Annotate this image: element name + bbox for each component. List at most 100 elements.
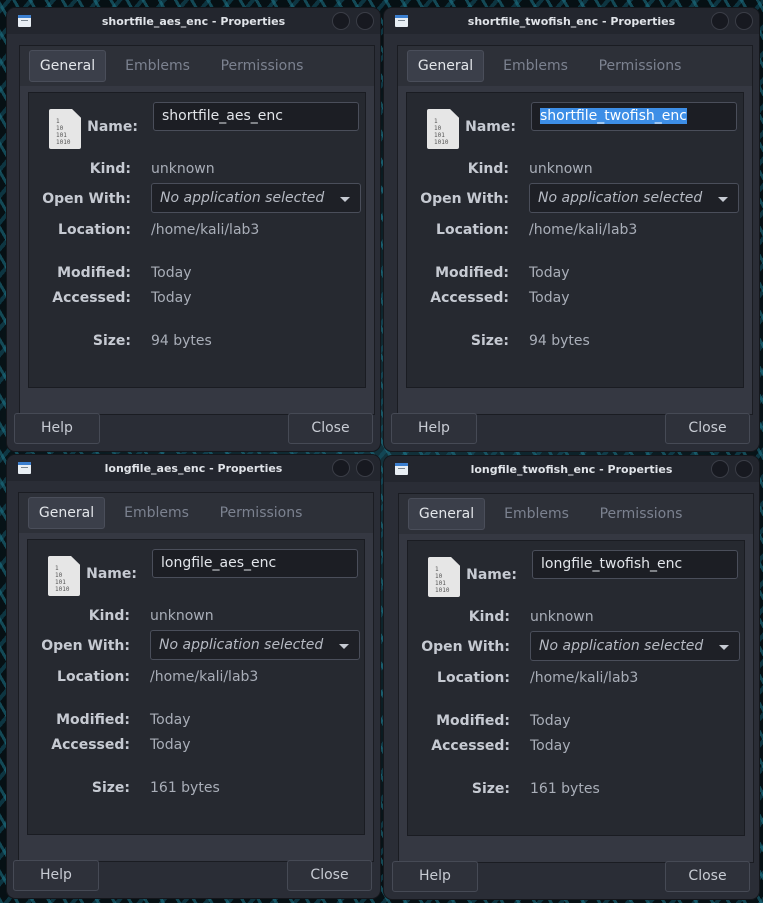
location-value: /home/kali/lab3 (150, 669, 259, 685)
file-icon: 1 10 101 1010 (427, 109, 459, 149)
close-window-button[interactable] (356, 12, 374, 30)
file-icon-glyph: 10 (434, 125, 442, 132)
open-with-dropdown[interactable]: No application selected (529, 183, 739, 213)
file-icon-glyph: 101 (435, 580, 446, 587)
tab-permissions[interactable]: Permissions (212, 50, 312, 82)
help-button[interactable]: Help (13, 860, 99, 891)
size-label: Size: (471, 781, 510, 797)
close-button[interactable]: Close (288, 413, 373, 444)
file-icon: 1 10 101 1010 (428, 557, 460, 597)
window-titlebar[interactable]: longfile_aes_enc - Properties (7, 455, 380, 481)
name-value: longfile_aes_enc (161, 555, 277, 571)
accessed-value: Today (151, 290, 192, 306)
properties-window: longfile_twofish_enc - Properties Genera… (384, 456, 759, 899)
file-icon: 1 10 101 1010 (49, 109, 81, 149)
tab-emblems[interactable]: Emblems (499, 498, 574, 530)
window-title: shortfile_twofish_enc - Properties (467, 15, 676, 28)
name-field[interactable]: shortfile_twofish_enc (531, 102, 737, 131)
tab-permissions[interactable]: Permissions (211, 497, 311, 529)
accessed-label: Accessed: (430, 290, 509, 306)
file-icon-glyph: 1 (56, 118, 60, 125)
help-button[interactable]: Help (14, 413, 100, 444)
tab-emblems[interactable]: Emblems (119, 497, 194, 529)
kind-value: unknown (530, 609, 594, 625)
file-icon-glyph: 10 (55, 572, 63, 579)
chevron-down-icon (719, 645, 729, 650)
name-field[interactable]: shortfile_aes_enc (153, 102, 359, 131)
size-label: Size: (91, 780, 130, 796)
name-value: longfile_twofish_enc (541, 556, 683, 572)
file-icon-glyph: 1010 (435, 587, 450, 594)
open-with-dropdown[interactable]: No application selected (150, 630, 360, 660)
window-titlebar[interactable]: shortfile_aes_enc - Properties (7, 8, 380, 34)
close-button[interactable]: Close (287, 860, 372, 891)
modified-label: Modified: (56, 712, 130, 728)
location-label: Location: (57, 669, 130, 685)
open-with-label: Open With: (41, 638, 130, 654)
tab-bar: General Emblems Permissions (20, 46, 374, 86)
chevron-down-icon (718, 197, 728, 202)
open-with-dropdown[interactable]: No application selected (530, 631, 740, 661)
window-titlebar[interactable]: longfile_twofish_enc - Properties (384, 456, 759, 482)
close-button[interactable]: Close (665, 413, 750, 444)
tab-bar: General Emblems Permissions (399, 494, 753, 534)
open-with-label: Open With: (42, 191, 131, 207)
minimize-button[interactable] (711, 460, 729, 478)
kind-value: unknown (150, 608, 214, 624)
close-window-button[interactable] (356, 459, 374, 477)
location-value: /home/kali/lab3 (151, 222, 260, 238)
name-field[interactable]: longfile_twofish_enc (532, 550, 738, 579)
properties-window: shortfile_aes_enc - Properties General E… (7, 8, 380, 451)
modified-label: Modified: (57, 265, 131, 281)
tab-permissions[interactable]: Permissions (591, 498, 691, 530)
modified-value: Today (150, 712, 191, 728)
name-label: Name: (466, 567, 517, 583)
close-button[interactable]: Close (665, 861, 750, 892)
help-button[interactable]: Help (391, 413, 477, 444)
location-value: /home/kali/lab3 (530, 670, 639, 686)
window-title: shortfile_aes_enc - Properties (101, 15, 286, 28)
close-window-button[interactable] (735, 460, 753, 478)
file-icon-glyph: 1010 (55, 586, 70, 593)
window-titlebar[interactable]: shortfile_twofish_enc - Properties (384, 8, 759, 34)
open-with-value: No application selected (538, 190, 703, 206)
accessed-value: Today (530, 738, 571, 754)
properties-notebook: General Emblems Permissions 1 10 101 101… (18, 492, 374, 862)
file-icon-glyph: 101 (434, 132, 445, 139)
tab-general[interactable]: General (407, 50, 484, 82)
tab-permissions[interactable]: Permissions (590, 50, 690, 82)
name-value: shortfile_aes_enc (162, 108, 283, 124)
kind-label: Kind: (468, 609, 510, 625)
kind-label: Kind: (467, 161, 509, 177)
general-panel: 1 10 101 1010 Name: longfile_aes_enc Kin… (27, 539, 365, 835)
properties-notebook: General Emblems Permissions 1 10 101 101… (398, 493, 754, 863)
tab-emblems[interactable]: Emblems (498, 50, 573, 82)
help-button[interactable]: Help (392, 861, 478, 892)
open-with-dropdown[interactable]: No application selected (151, 183, 361, 213)
window-title: longfile_twofish_enc - Properties (470, 463, 673, 476)
size-value: 161 bytes (150, 780, 220, 796)
file-icon-glyph: 101 (55, 579, 66, 586)
file-icon-glyph: 101 (56, 132, 67, 139)
size-value: 161 bytes (530, 781, 600, 797)
open-with-value: No application selected (539, 638, 704, 654)
open-with-value: No application selected (159, 637, 324, 653)
name-field[interactable]: longfile_aes_enc (152, 549, 358, 578)
size-value: 94 bytes (151, 333, 212, 349)
size-label: Size: (92, 333, 131, 349)
open-with-label: Open With: (420, 191, 509, 207)
tab-general[interactable]: General (28, 497, 105, 529)
size-label: Size: (470, 333, 509, 349)
modified-value: Today (529, 265, 570, 281)
file-icon-glyph: 1 (435, 566, 439, 573)
minimize-button[interactable] (332, 12, 350, 30)
close-window-button[interactable] (735, 12, 753, 30)
tab-emblems[interactable]: Emblems (120, 50, 195, 82)
minimize-button[interactable] (332, 459, 350, 477)
properties-window: shortfile_twofish_enc - Properties Gener… (384, 8, 759, 451)
minimize-button[interactable] (711, 12, 729, 30)
window-title: longfile_aes_enc - Properties (104, 462, 283, 475)
tab-general[interactable]: General (29, 50, 106, 82)
tab-general[interactable]: General (408, 498, 485, 530)
properties-notebook: General Emblems Permissions 1 10 101 101… (397, 45, 753, 415)
